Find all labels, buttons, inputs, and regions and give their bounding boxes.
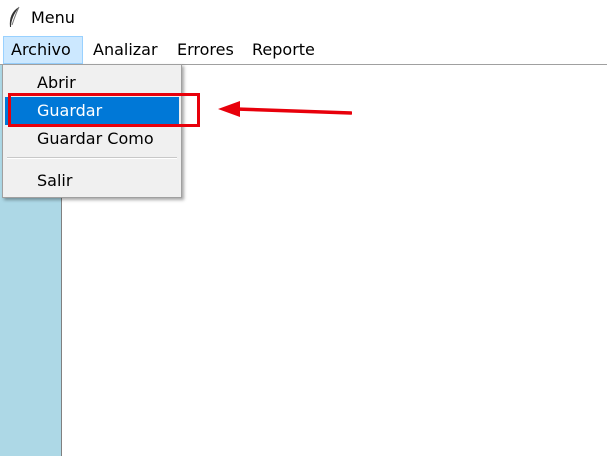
window-title: Menu	[31, 8, 75, 27]
menu-item-guardar-como[interactable]: Guardar Como	[5, 125, 179, 153]
annotation-arrow-icon	[218, 101, 352, 117]
title-bar: Menu	[0, 0, 607, 36]
annotation-highlight-box	[8, 93, 200, 127]
menu-analizar[interactable]: Analizar	[86, 36, 165, 64]
feather-icon	[9, 6, 20, 27]
menu-archivo[interactable]: Archivo	[3, 36, 83, 64]
archivo-dropdown-menu: Abrir Guardar Guardar Como Salir	[2, 64, 182, 198]
menu-errores[interactable]: Errores	[170, 36, 241, 64]
menu-item-salir[interactable]: Salir	[5, 167, 179, 195]
menu-reporte[interactable]: Reporte	[245, 36, 322, 64]
menu-bar: Archivo Analizar Errores Reporte	[0, 36, 607, 65]
menu-separator	[7, 157, 177, 159]
